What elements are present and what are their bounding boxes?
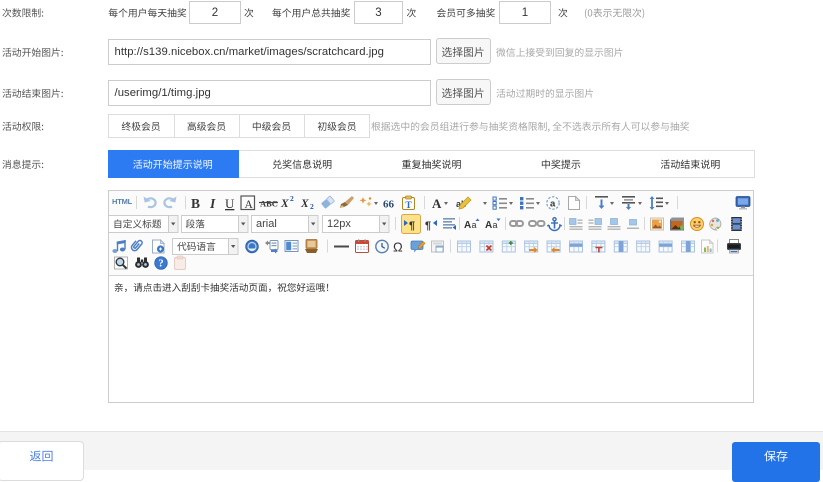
svg-text:I: I [209, 196, 216, 211]
svg-text:¶: ¶ [425, 220, 431, 232]
svg-text:A: A [464, 220, 471, 231]
svg-text:ABC: ABC [260, 199, 278, 209]
svg-text:X: X [300, 198, 309, 210]
svg-text:a: a [472, 220, 477, 230]
svg-text:A: A [432, 196, 442, 211]
svg-text:X: X [280, 198, 289, 210]
svg-text:A: A [245, 199, 254, 211]
svg-text:a: a [493, 220, 498, 230]
svg-text:A: A [485, 220, 492, 231]
svg-text:a: a [550, 199, 556, 210]
svg-text:B: B [191, 196, 200, 211]
svg-text:2: 2 [290, 194, 294, 203]
svg-text:Ω: Ω [393, 240, 403, 255]
svg-text:66: 66 [383, 199, 395, 211]
svg-text:2: 2 [310, 202, 314, 211]
svg-text:T: T [405, 201, 412, 211]
svg-text:¶: ¶ [409, 220, 415, 232]
svg-text:?: ? [158, 259, 163, 270]
svg-text:U: U [225, 196, 235, 211]
